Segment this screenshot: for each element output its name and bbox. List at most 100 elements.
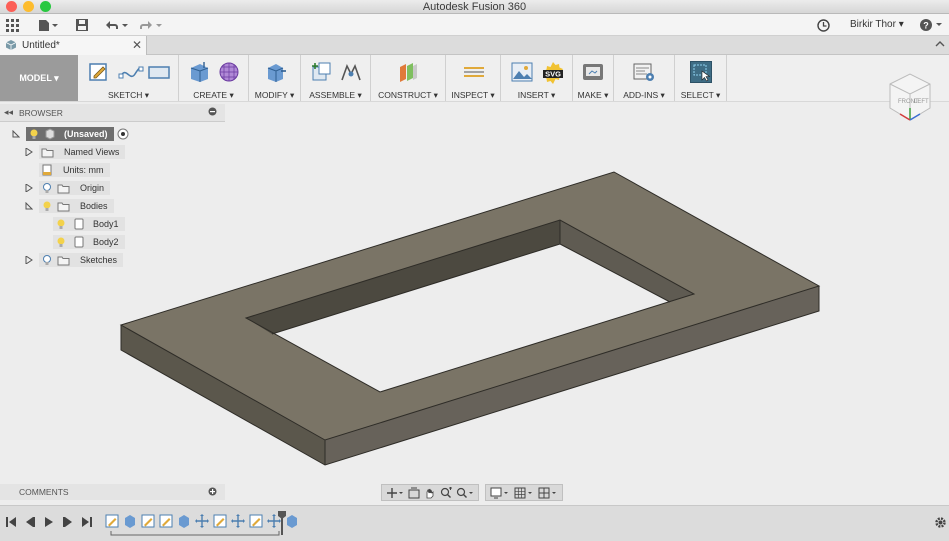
go-to-start-icon[interactable]: [6, 516, 16, 528]
job-status-clock-icon[interactable]: [817, 17, 830, 33]
form-grid-icon[interactable]: [218, 61, 240, 83]
joint-icon[interactable]: [340, 61, 362, 83]
timeline-move-icon[interactable]: [195, 514, 209, 528]
collapsed-triangle-icon[interactable]: [25, 184, 33, 192]
timeline-marker[interactable]: [277, 510, 287, 536]
tree-item-body1[interactable]: Body1: [53, 217, 125, 231]
viewports-icon[interactable]: [538, 487, 558, 499]
timeline-sketch-icon[interactable]: [105, 514, 119, 528]
collapse-browser-icon[interactable]: ◂◂: [4, 107, 13, 118]
folder-icon: [57, 184, 70, 193]
offset-plane-icon[interactable]: [397, 61, 419, 83]
tree-item-bodies[interactable]: Bodies: [25, 199, 114, 213]
visibility-bulb-off-icon[interactable]: [41, 254, 53, 266]
create-group[interactable]: CREATE ▾: [179, 55, 249, 101]
user-account-menu[interactable]: Birkir Thor ▾: [850, 19, 904, 30]
visibility-bulb-off-icon[interactable]: [41, 182, 53, 194]
timeline-extrude-icon[interactable]: [177, 514, 191, 528]
timeline-extrude-icon[interactable]: [123, 514, 137, 528]
3d-print-icon[interactable]: [582, 61, 604, 83]
body-icon: [74, 236, 84, 248]
new-component-icon[interactable]: [310, 61, 332, 83]
body-icon: [74, 218, 84, 230]
expanded-triangle-icon[interactable]: [25, 202, 33, 210]
collapsed-triangle-icon[interactable]: [25, 256, 33, 264]
timeline-extrude-icon[interactable]: [285, 514, 299, 528]
extrude-box-icon[interactable]: [188, 61, 210, 83]
insert-svg-icon[interactable]: SVG: [541, 61, 563, 84]
zoom-icon[interactable]: [440, 486, 452, 499]
collapsed-triangle-icon[interactable]: [25, 148, 33, 156]
view-cube[interactable]: FRONT LEFT: [882, 70, 936, 124]
inspect-group[interactable]: INSPECT ▾: [446, 55, 501, 101]
document-cube-icon: [5, 40, 17, 50]
spline-icon[interactable]: [118, 61, 143, 83]
comments-panel-header[interactable]: COMMENTS: [0, 484, 225, 500]
redo-icon[interactable]: [138, 17, 162, 33]
modify-group[interactable]: MODIFY ▾: [249, 55, 301, 101]
inspect-group-label: INSPECT ▾: [451, 90, 495, 100]
scripts-addins-icon[interactable]: [633, 61, 655, 83]
pan-hand-icon[interactable]: [424, 487, 436, 499]
assemble-group[interactable]: ASSEMBLE ▾: [301, 55, 371, 101]
add-ins-group-label: ADD-INS ▾: [623, 90, 665, 100]
timeline-playback-controls: [6, 516, 92, 528]
timeline-sketch-icon[interactable]: [141, 514, 155, 528]
timeline-move-icon[interactable]: [231, 514, 245, 528]
viewport-canvas[interactable]: [0, 102, 949, 482]
browser-options-icon[interactable]: [208, 107, 217, 119]
svg-text:?: ?: [923, 21, 929, 31]
close-tab-button[interactable]: ✕: [132, 38, 142, 52]
look-at-icon[interactable]: [408, 487, 420, 499]
timeline-settings-gear-icon[interactable]: [934, 516, 947, 529]
step-forward-icon[interactable]: [63, 516, 73, 528]
tree-item-sketches[interactable]: Sketches: [25, 253, 124, 267]
make-group[interactable]: MAKE ▾: [573, 55, 614, 101]
select-group[interactable]: SELECT ▾: [675, 55, 727, 101]
grid-settings-icon[interactable]: [514, 487, 534, 499]
collapse-chevron-icon[interactable]: [935, 39, 945, 52]
play-icon[interactable]: [44, 516, 54, 528]
tree-item-body2[interactable]: Body2: [53, 235, 125, 249]
zoom-window-icon[interactable]: [456, 487, 474, 499]
create-sketch-icon[interactable]: [88, 61, 110, 83]
sketch-group[interactable]: SKETCH ▾: [79, 55, 179, 101]
comments-options-icon[interactable]: [208, 487, 217, 499]
rectangle-icon[interactable]: [147, 61, 170, 83]
add-ins-group[interactable]: ADD-INS ▾: [614, 55, 675, 101]
tree-item-units[interactable]: Units: mm: [39, 163, 110, 177]
select-arrow-icon[interactable]: [689, 61, 712, 83]
visibility-bulb-icon[interactable]: [28, 128, 40, 140]
document-tab[interactable]: Untitled* ✕: [0, 36, 147, 55]
display-settings-icon[interactable]: [490, 487, 510, 499]
go-to-end-icon[interactable]: [82, 516, 92, 528]
navigation-tools: [381, 484, 479, 501]
tree-item-root[interactable]: (Unsaved): [12, 127, 129, 141]
save-icon[interactable]: [76, 17, 88, 33]
timeline-sketch-icon[interactable]: [159, 514, 173, 528]
tree-item-named-views[interactable]: Named Views: [25, 145, 126, 159]
step-back-icon[interactable]: [25, 516, 35, 528]
timeline-sketch-icon[interactable]: [249, 514, 263, 528]
undo-icon[interactable]: [104, 17, 128, 33]
ribbon-toolbar: MODEL ▾ SKETCH ▾ CREATE ▾ MODIFY ▾ ASSEM…: [0, 55, 949, 102]
document-tab-title: Untitled*: [22, 40, 60, 51]
construct-group[interactable]: CONSTRUCT ▾: [371, 55, 446, 101]
data-panel-grid-icon[interactable]: [6, 17, 19, 33]
insert-image-icon[interactable]: [511, 61, 533, 83]
expanded-triangle-icon[interactable]: [12, 130, 20, 138]
visibility-bulb-icon[interactable]: [55, 218, 67, 230]
orbit-icon[interactable]: [386, 487, 404, 499]
press-pull-icon[interactable]: [264, 61, 286, 83]
help-menu-icon[interactable]: ?: [919, 17, 945, 33]
activate-radio-icon[interactable]: [117, 128, 129, 140]
tree-item-bodies-label: Bodies: [80, 201, 108, 211]
tree-item-origin[interactable]: Origin: [25, 181, 111, 195]
visibility-bulb-icon[interactable]: [41, 200, 53, 212]
workspace-switcher[interactable]: MODEL ▾: [0, 55, 78, 101]
file-menu-icon[interactable]: [38, 17, 58, 33]
measure-icon[interactable]: [462, 61, 484, 83]
visibility-bulb-icon[interactable]: [55, 236, 67, 248]
timeline-sketch-icon[interactable]: [213, 514, 227, 528]
insert-group[interactable]: SVG INSERT ▾: [501, 55, 573, 101]
